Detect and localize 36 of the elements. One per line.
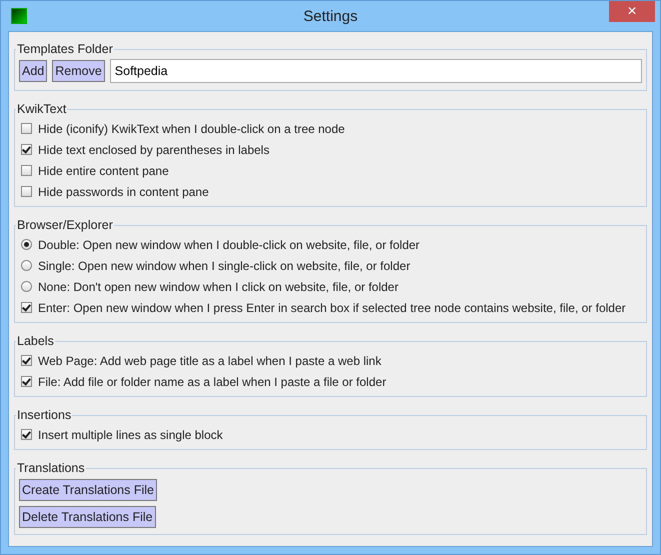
folder-field[interactable]: Softpedia — [110, 59, 642, 83]
group-title: KwikText — [16, 102, 68, 116]
option-label: Double: Open new window when I double-click on website, file, or folder — [38, 238, 420, 252]
option-label: Web Page: Add web page title as a label when I paste a web link — [38, 354, 382, 368]
checkbox[interactable] — [21, 429, 32, 440]
group-title: Translations — [16, 461, 86, 475]
radio-button[interactable] — [21, 239, 32, 250]
window-title: Settings — [303, 8, 358, 24]
checkbox[interactable] — [21, 302, 32, 313]
group-title: Browser/Explorer — [16, 218, 114, 232]
translations-button[interactable]: Create Translations File — [19, 479, 158, 501]
checkbox[interactable] — [21, 165, 32, 176]
option-label: Hide (iconify) KwikText when I double-click on a tree node — [38, 122, 345, 136]
checkbox[interactable] — [21, 376, 32, 387]
option-label: Hide text enclosed by parentheses in labels — [38, 142, 270, 156]
translations-button[interactable]: Delete Translations File — [19, 506, 156, 528]
checkbox[interactable] — [21, 123, 32, 134]
option-label: Single: Open new window when I single-click on website, file, or folder — [38, 258, 410, 272]
group-title: Insertions — [16, 408, 72, 422]
folder-button[interactable]: Remove — [52, 60, 105, 82]
group-title: Templates Folder — [16, 42, 114, 56]
app-icon — [11, 8, 27, 24]
radio-button[interactable] — [21, 260, 32, 271]
option-label: File: Add file or folder name as a label when I paste a file or folder — [38, 374, 386, 388]
radio-button[interactable] — [21, 281, 32, 292]
checkbox[interactable] — [21, 144, 32, 155]
close-button[interactable]: × — [609, 1, 655, 22]
option-label: Hide entire content pane — [38, 164, 169, 178]
checkbox[interactable] — [21, 355, 32, 366]
checkbox[interactable] — [21, 186, 32, 197]
option-label: Hide passwords in content pane — [38, 184, 209, 198]
option-label: None: Don't open new window when I click on website, file, or folder — [38, 280, 398, 294]
folder-button[interactable]: Add — [19, 60, 48, 82]
option-label: Enter: Open new window when I press Enter in search box if selected tree node contains website, file, or folder — [38, 300, 626, 314]
group-title: Labels — [16, 334, 55, 348]
option-label: Insert multiple lines as single block — [38, 428, 223, 442]
